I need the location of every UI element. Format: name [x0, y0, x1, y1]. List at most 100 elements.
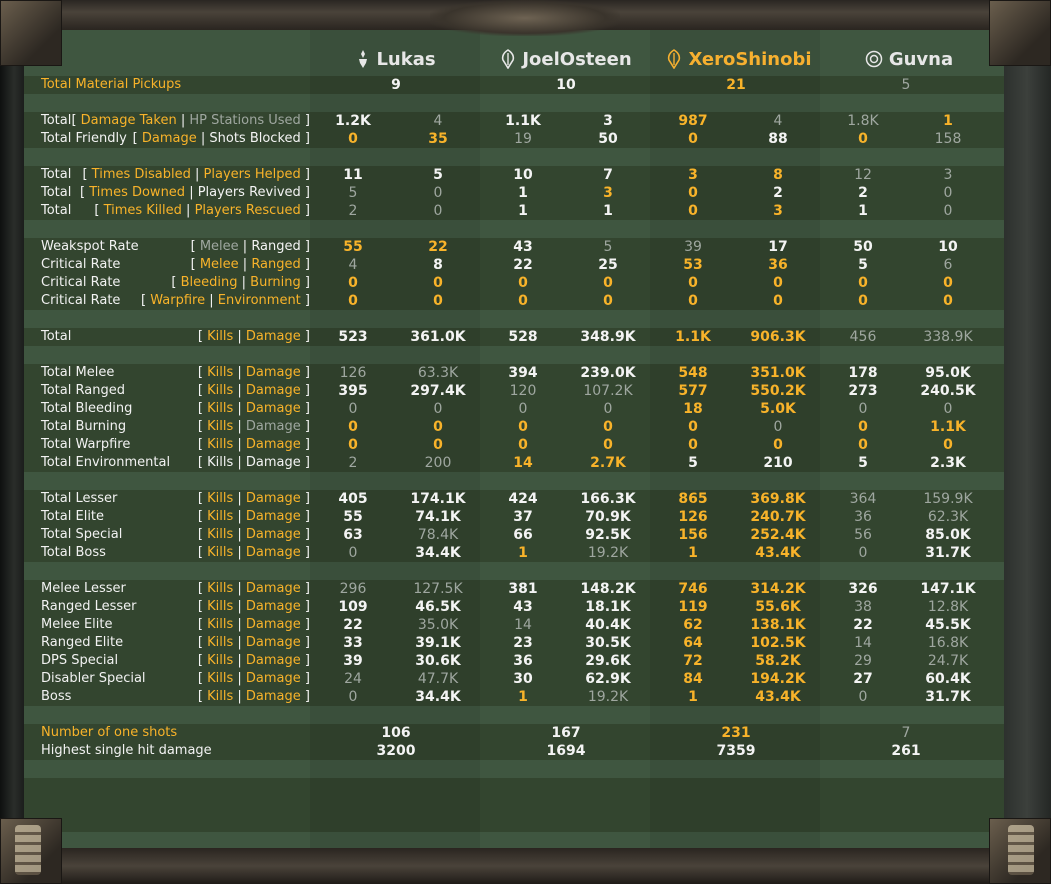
bracket-part: [: [197, 419, 208, 434]
player-name: XeroShinobi: [688, 48, 812, 70]
stat-value: 7359: [716, 743, 756, 759]
stat-row: Total Burning [ Kills | Damage ] 0 0 0 0 0 0 0 1.…: [24, 418, 1004, 436]
stat-value: 1.2K: [335, 113, 371, 129]
stat-value: 0: [348, 275, 358, 291]
stat-value: 1: [518, 689, 528, 705]
stat-value: 381: [508, 581, 538, 597]
stat-value: 0: [348, 293, 358, 309]
bracket-part: [: [141, 293, 151, 308]
bracket-part: Kills: [207, 383, 234, 398]
bracket-part: Players Helped: [203, 167, 301, 182]
stat-value: 5: [433, 167, 443, 183]
player-header-guvna: Guvna: [854, 46, 964, 72]
bracket-part: [: [197, 455, 208, 470]
bracket-part: |: [185, 185, 198, 200]
stat-category-bracket: [ Kills | Damage ]: [198, 689, 310, 704]
stat-value: 50: [598, 131, 618, 147]
bracket-part: |: [233, 527, 246, 542]
bracket-part: [: [190, 239, 200, 254]
stat-value: 0: [858, 689, 868, 705]
bracket-part: [: [197, 509, 208, 524]
stat-value: 43.4K: [755, 689, 801, 705]
stat-category-bracket: [ Times Disabled | Players Helped ]: [82, 167, 310, 182]
stat-category-bracket: [ Times Killed | Players Rescued ]: [94, 203, 310, 218]
stat-value: 239.0K: [580, 365, 636, 381]
stat-category-bracket: [ Times Downed | Players Revived ]: [80, 185, 310, 200]
bracket-part: Players Rescued: [194, 203, 301, 218]
stat-value: 0: [348, 401, 358, 417]
stat-label: Critical Rate: [41, 275, 121, 290]
stat-value: 240.5K: [920, 383, 976, 399]
stat-value: 0: [603, 401, 613, 417]
stat-value: 36: [513, 653, 533, 669]
stat-value: 11: [343, 167, 363, 183]
bracket-part: [: [197, 329, 208, 344]
stat-value: 120: [509, 383, 537, 399]
stat-value: 240.7K: [750, 509, 806, 525]
stat-category-bracket: [ Kills | Damage ]: [198, 527, 310, 542]
stat-row: Highest single hit damage 3200 1694 7359 261: [24, 742, 1004, 760]
stat-category-bracket: [ Melee | Ranged ]: [191, 257, 310, 272]
stat-value: 10: [513, 167, 533, 183]
stat-value: 8: [433, 257, 443, 273]
stat-value: 0: [858, 401, 868, 417]
stat-value: 906.3K: [750, 329, 806, 345]
stat-value: 53: [683, 257, 703, 273]
stat-value: 30.6K: [415, 653, 461, 669]
class-emblem-icon: [502, 49, 515, 69]
bracket-part: Kills: [207, 689, 234, 704]
stat-value: 22: [513, 257, 533, 273]
stat-value: 361.0K: [410, 329, 466, 345]
stat-category-bracket: [ Kills | Damage ]: [198, 401, 310, 416]
stat-category-bracket: [ Kills | Damage ]: [198, 455, 310, 470]
stat-value: 88: [768, 131, 788, 147]
bracket-part: Burning: [250, 275, 301, 290]
stat-label: Total Elite: [41, 509, 105, 524]
stat-category-bracket: [ Kills | Damage ]: [198, 329, 310, 344]
bracket-part: ]: [300, 509, 310, 524]
stat-value: 0: [943, 275, 953, 291]
stat-value: 0: [433, 401, 443, 417]
stat-value: 1.1K: [505, 113, 541, 129]
stat-value: 1: [858, 203, 868, 219]
stat-category-bracket: [ Kills | Damage ]: [198, 599, 310, 614]
stat-label: Total Boss: [41, 545, 106, 560]
bracket-part: [: [197, 689, 208, 704]
stat-value: 22: [343, 617, 363, 633]
bracket-part: |: [233, 437, 246, 452]
stat-value: 865: [678, 491, 708, 507]
bracket-part: |: [233, 689, 246, 704]
stat-value: 0: [603, 275, 613, 291]
stat-category-bracket: [ Kills | Damage ]: [198, 437, 310, 452]
stat-value: 0: [348, 689, 358, 705]
stat-value: 210: [763, 455, 793, 471]
bracket-part: Damage: [245, 401, 301, 416]
bracket-part: |: [181, 203, 195, 218]
stat-value: 62.3K: [927, 509, 969, 525]
stat-value: 19.2K: [587, 689, 629, 705]
bracket-part: ]: [300, 419, 310, 434]
stat-value: 55: [343, 239, 363, 255]
bracket-part: Damage: [141, 131, 197, 146]
bracket-part: [: [82, 167, 92, 182]
stat-value: 0: [858, 293, 868, 309]
stat-value: 394: [508, 365, 538, 381]
stat-value: 1.8K: [847, 113, 879, 129]
stat-value: 4: [433, 113, 443, 129]
stat-value: 70.9K: [585, 509, 631, 525]
stat-value: 3: [603, 113, 613, 129]
stat-value: 25: [598, 257, 618, 273]
stat-value: 24: [344, 671, 362, 687]
bracket-part: Damage: [245, 365, 301, 380]
stat-value: 14: [513, 455, 533, 471]
stat-row: Total Bleeding [ Kills | Damage ] 0 0 0 0 18 5.…: [24, 400, 1004, 418]
stat-value: 36: [854, 509, 872, 525]
bracket-part: Kills: [207, 635, 234, 650]
bracket-part: Players Revived: [197, 185, 301, 200]
bracket-part: Kills: [207, 365, 234, 380]
stat-value: 5: [858, 455, 868, 471]
stat-value: 46.5K: [415, 599, 461, 615]
bracket-part: |: [238, 257, 252, 272]
stat-label: Critical Rate: [41, 257, 121, 272]
stat-value: 27: [853, 671, 873, 687]
